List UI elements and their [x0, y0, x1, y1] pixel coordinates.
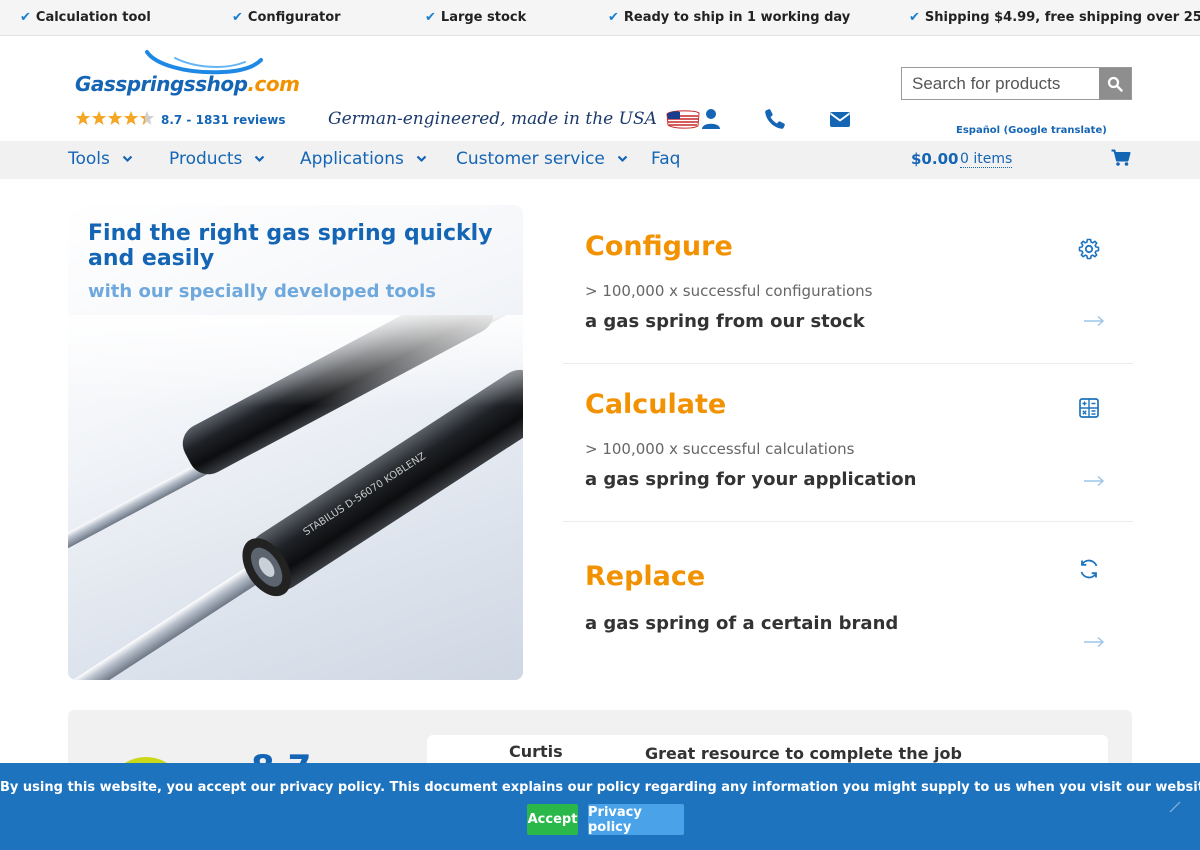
gas-spring-image: STABILUS D-56070 KOBLENZ: [68, 315, 523, 680]
arrow-right-icon: [1084, 315, 1105, 327]
user-icon: [702, 109, 720, 129]
reviewer-name: Curtis: [509, 742, 563, 761]
rating-summary[interactable]: 8.7 - 1831 reviews: [75, 110, 286, 130]
usp-label: Ready to ship in 1 working day: [623, 10, 851, 25]
nav-item-tools[interactable]: Tools: [68, 149, 133, 169]
usp-label: Shipping $4.99, free shipping over 250$: [924, 10, 1200, 25]
slogan-text: German-engineered, made in the USA: [328, 109, 657, 129]
logo-main: Gasspringsshop: [75, 72, 248, 96]
usp-item: ✔ Calculation tool: [20, 10, 151, 25]
nav-label: Tools: [68, 149, 110, 169]
tool-title: Replace: [585, 561, 706, 592]
hero-subtitle: with our specially developed tools: [88, 281, 436, 302]
search-button[interactable]: [1099, 68, 1131, 99]
main-nav: Tools Products Applications Customer ser…: [0, 141, 1200, 179]
check-icon: ✔: [425, 10, 436, 25]
check-icon: ✔: [608, 10, 619, 25]
tool-configure[interactable]: Configure > 100,000 x successful configu…: [563, 205, 1133, 364]
nav-label: Applications: [300, 149, 404, 169]
accept-button[interactable]: Accept: [527, 804, 578, 835]
nav-item-applications[interactable]: Applications: [300, 149, 427, 169]
search-box: [901, 67, 1132, 100]
tool-description: a gas spring from our stock: [585, 311, 865, 332]
rating-text: 8.7 - 1831 reviews: [161, 113, 286, 127]
chevron-down-icon: [617, 155, 628, 163]
chevron-down-icon: [416, 155, 427, 163]
usp-label: Calculation tool: [35, 10, 151, 25]
review-title: Great resource to complete the job: [645, 744, 962, 763]
calculator-icon: [1079, 398, 1099, 418]
resize-grip-icon: [1169, 801, 1181, 813]
hero-title: Find the right gas spring quickly and ea…: [88, 221, 493, 271]
tool-title: Calculate: [585, 389, 727, 420]
check-icon: ✔: [909, 10, 920, 25]
logo-tld: .com: [247, 72, 300, 96]
usp-label: Large stock: [440, 10, 527, 25]
star-icons: [76, 111, 154, 125]
privacy-policy-button[interactable]: Privacy policy: [588, 804, 684, 835]
nav-label: Customer service: [456, 149, 605, 169]
check-icon: ✔: [232, 10, 243, 25]
nav-label: Products: [169, 149, 243, 169]
check-icon: ✔: [20, 10, 31, 25]
search-icon: [1107, 76, 1123, 92]
cart-icon[interactable]: [1111, 149, 1131, 167]
nav-item-faq[interactable]: Faq: [651, 149, 680, 169]
arrow-right-icon: [1084, 475, 1105, 487]
gear-icon: [1078, 238, 1100, 260]
site-logo[interactable]: Gasspringsshop.com: [75, 50, 300, 100]
usp-bar: ✔ Calculation tool ✔ Configurator ✔ Large s…: [0, 0, 1200, 36]
usp-label: Configurator: [247, 10, 341, 25]
slogan: German-engineered, made in the USA: [328, 108, 701, 130]
tool-meta: > 100,000 x successful calculations: [585, 440, 855, 458]
nav-item-products[interactable]: Products: [169, 149, 265, 169]
hero-card: STABILUS D-56070 KOBLENZ Find the right …: [68, 205, 523, 680]
cookie-banner: By using this website, you accept our pr…: [0, 763, 1200, 850]
mail-icon: [829, 111, 851, 127]
email-button[interactable]: [828, 107, 852, 131]
us-flag-icon: [666, 110, 700, 129]
language-link[interactable]: Español (Google translate): [956, 125, 1107, 136]
nav-label: Faq: [651, 149, 681, 169]
tool-replace[interactable]: Replace a gas spring of a certain brand: [563, 522, 1133, 682]
rating-stars: [75, 110, 155, 130]
cookie-text: By using this website, you accept our pr…: [0, 780, 1200, 795]
chevron-down-icon: [255, 155, 265, 163]
chevron-down-icon: [122, 155, 133, 163]
usp-item: ✔ Configurator: [232, 10, 341, 25]
tool-title: Configure: [585, 231, 733, 262]
logo-text: Gasspringsshop.com: [75, 72, 300, 96]
nav-item-customer-service[interactable]: Customer service: [456, 149, 628, 169]
phone-button[interactable]: [763, 107, 787, 131]
arrow-right-icon: [1084, 636, 1105, 648]
tool-description: a gas spring for your application: [585, 469, 917, 490]
account-button[interactable]: [699, 107, 723, 131]
phone-icon: [765, 109, 785, 129]
refresh-icon: [1080, 559, 1098, 579]
usp-item: ✔ Shipping $4.99, free shipping over 250$: [909, 10, 1200, 25]
usp-item: ✔ Ready to ship in 1 working day: [608, 10, 850, 25]
search-input[interactable]: [902, 68, 1099, 99]
cart-total[interactable]: $0.00: [911, 150, 958, 168]
tool-meta: > 100,000 x successful configurations: [585, 282, 873, 300]
usp-item: ✔ Large stock: [425, 10, 526, 25]
tool-calculate[interactable]: Calculate > 100,000 x successful calcula…: [563, 364, 1133, 522]
cart-items-link[interactable]: 0 items: [960, 151, 1013, 168]
tool-description: a gas spring of a certain brand: [585, 613, 899, 634]
